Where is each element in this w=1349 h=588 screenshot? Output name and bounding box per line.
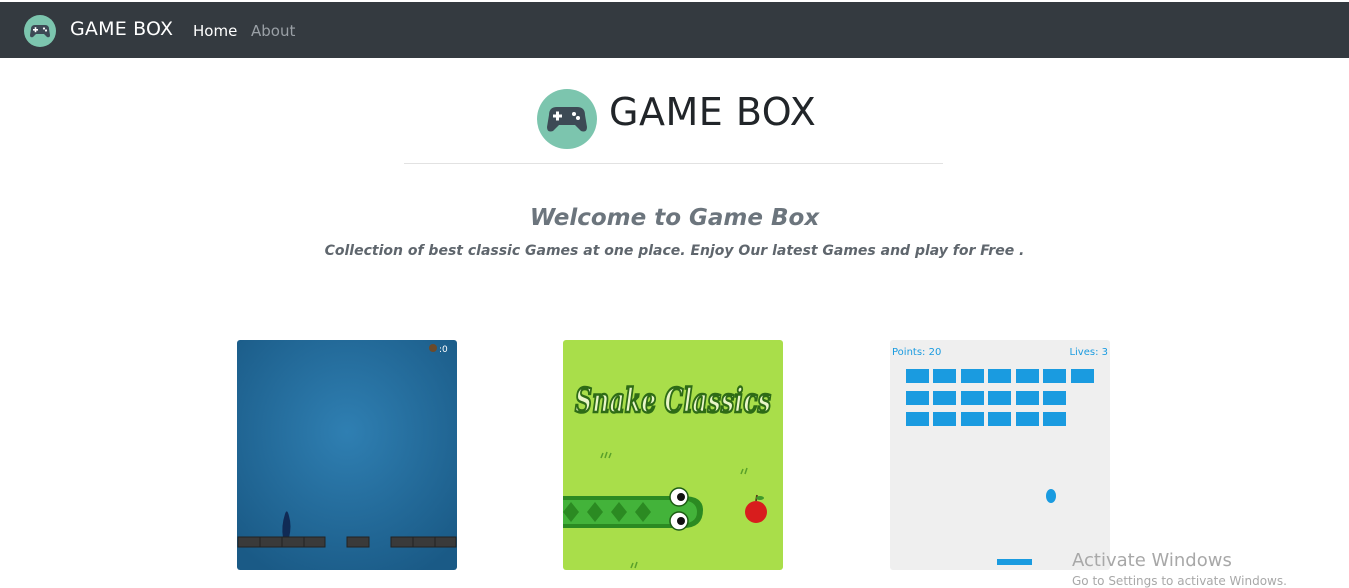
- title-divider: [404, 163, 943, 164]
- navbar: GAME BOX Home About: [0, 2, 1349, 58]
- apple-icon: [745, 501, 767, 523]
- hud-score: :0: [439, 345, 448, 355]
- coin-icon: [429, 344, 437, 352]
- platform-game-thumbnail: :0: [237, 340, 457, 570]
- lives-label: Lives: 3: [1069, 347, 1108, 358]
- nav-link-home[interactable]: Home: [193, 22, 237, 40]
- brick-breaker-card[interactable]: Points: 20 Lives: 3: [890, 340, 1110, 570]
- platform-blocks: [237, 536, 457, 548]
- gamepad-icon[interactable]: [24, 15, 56, 47]
- navbar-brand[interactable]: GAME BOX: [70, 18, 173, 40]
- snake-classics-title: Snake Classics: [575, 381, 771, 421]
- points-label: Points: 20: [892, 347, 941, 358]
- activate-windows-title: Activate Windows: [1072, 550, 1232, 571]
- snake-game-card[interactable]: Snake Classics: [563, 340, 783, 570]
- page-title: GAME BOX: [609, 90, 817, 134]
- activate-windows-subtitle: Go to Settings to activate Windows.: [1072, 574, 1287, 588]
- welcome-tagline: Collection of best classic Games at one …: [324, 243, 1025, 259]
- bricks: [906, 369, 1094, 426]
- platform-game-card[interactable]: :0: [237, 340, 457, 570]
- ball: [1046, 489, 1056, 503]
- gamepad-icon: [537, 89, 597, 149]
- snake-classics-thumbnail: Snake Classics: [563, 340, 783, 570]
- paddle: [997, 559, 1032, 565]
- welcome-heading: Welcome to Game Box: [529, 205, 820, 231]
- nav-link-about[interactable]: About: [251, 22, 295, 40]
- brick-breaker-thumbnail: Points: 20 Lives: 3: [890, 340, 1110, 570]
